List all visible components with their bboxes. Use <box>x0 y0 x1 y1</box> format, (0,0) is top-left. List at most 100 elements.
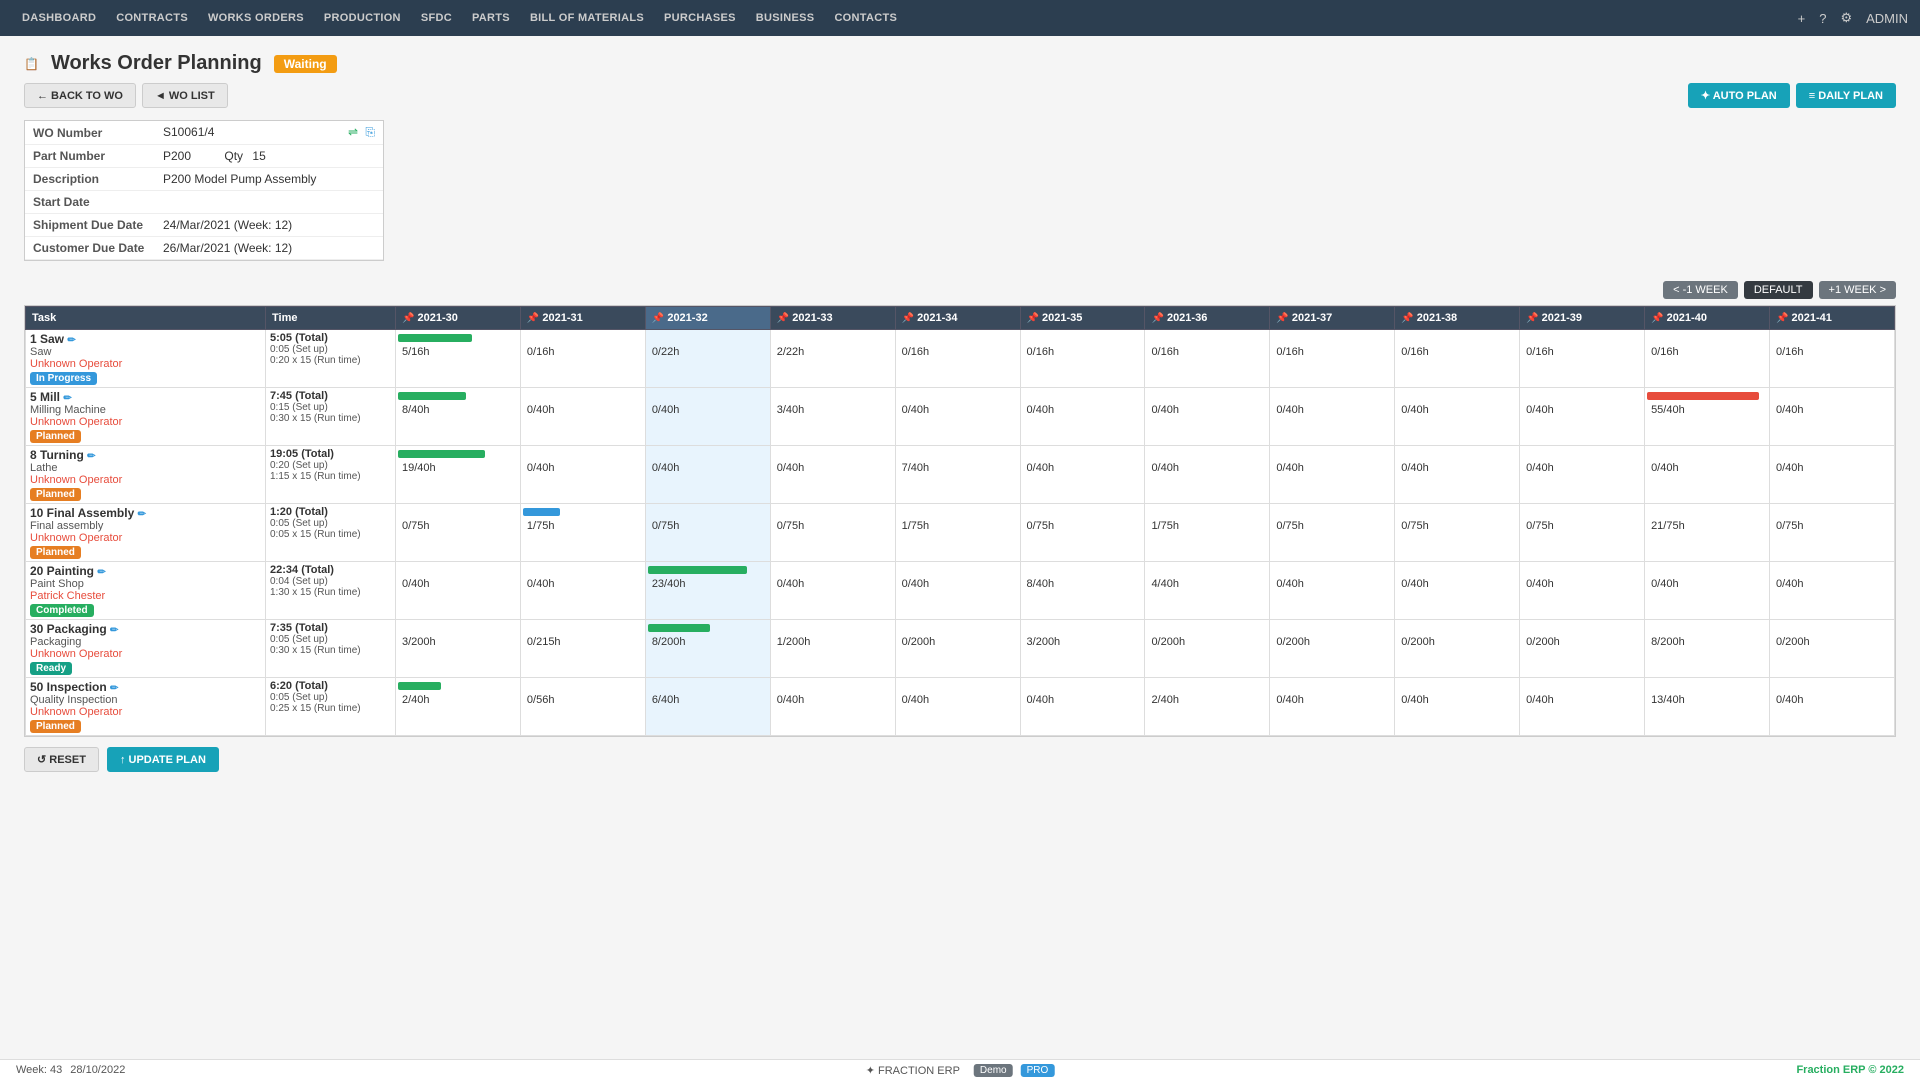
week-cell-w8-t6[interactable]: 0/40h <box>1395 678 1520 736</box>
week-cell-w4-t3[interactable]: 1/75h <box>895 504 1020 562</box>
nav-purchases[interactable]: PURCHASES <box>654 0 746 36</box>
week-cell-w3-t6[interactable]: 0/40h <box>770 678 895 736</box>
week-cell-w1-t1[interactable]: 0/40h <box>520 388 645 446</box>
week-cell-w8-t5[interactable]: 0/200h <box>1395 620 1520 678</box>
pin-icon[interactable]: 📌 <box>1027 313 1039 324</box>
nav-sfdc[interactable]: SFDC <box>411 0 462 36</box>
edit-icon[interactable]: ✏ <box>63 393 71 404</box>
week-cell-w9-t0[interactable]: 0/16h <box>1520 330 1645 388</box>
reset-button[interactable]: ↺ RESET <box>24 747 99 772</box>
week-cell-w2-t3[interactable]: 0/75h <box>645 504 770 562</box>
week-cell-w4-t4[interactable]: 0/40h <box>895 562 1020 620</box>
update-plan-button[interactable]: ↑ UPDATE PLAN <box>107 747 219 772</box>
week-cell-w2-t4[interactable]: 23/40h <box>645 562 770 620</box>
week-cell-w5-t2[interactable]: 0/40h <box>1020 446 1145 504</box>
week-cell-w11-t6[interactable]: 0/40h <box>1769 678 1894 736</box>
week-cell-w1-t6[interactable]: 0/56h <box>520 678 645 736</box>
week-cell-w11-t5[interactable]: 0/200h <box>1769 620 1894 678</box>
week-cell-w9-t5[interactable]: 0/200h <box>1520 620 1645 678</box>
week-cell-w7-t2[interactable]: 0/40h <box>1270 446 1395 504</box>
week-cell-w0-t1[interactable]: 8/40h <box>396 388 521 446</box>
back-to-wo-button[interactable]: ← BACK TO WO <box>24 83 136 108</box>
week-cell-w7-t5[interactable]: 0/200h <box>1270 620 1395 678</box>
copy-icon[interactable]: ⎘ <box>365 125 375 139</box>
pin-icon[interactable]: 📌 <box>1401 313 1413 324</box>
week-cell-w5-t3[interactable]: 0/75h <box>1020 504 1145 562</box>
edit-icon[interactable]: ✏ <box>110 625 118 636</box>
week-cell-w1-t3[interactable]: 1/75h <box>520 504 645 562</box>
pin-icon[interactable]: 📌 <box>402 313 414 324</box>
week-cell-w11-t1[interactable]: 0/40h <box>1769 388 1894 446</box>
week-cell-w5-t4[interactable]: 8/40h <box>1020 562 1145 620</box>
pin-icon[interactable]: 📌 <box>1651 313 1663 324</box>
shuffle-icon[interactable]: ⇌ <box>348 125 358 139</box>
nav-dashboard[interactable]: DASHBOARD <box>12 0 106 36</box>
week-cell-w2-t2[interactable]: 0/40h <box>645 446 770 504</box>
week-cell-w0-t5[interactable]: 3/200h <box>396 620 521 678</box>
week-cell-w5-t5[interactable]: 3/200h <box>1020 620 1145 678</box>
week-cell-w9-t2[interactable]: 0/40h <box>1520 446 1645 504</box>
nav-production[interactable]: PRODUCTION <box>314 0 411 36</box>
week-cell-w10-t0[interactable]: 0/16h <box>1645 330 1770 388</box>
week-cell-w10-t5[interactable]: 8/200h <box>1645 620 1770 678</box>
add-icon[interactable]: + <box>1798 11 1806 26</box>
daily-plan-button[interactable]: ≡ DAILY PLAN <box>1796 83 1896 108</box>
nav-parts[interactable]: PARTS <box>462 0 520 36</box>
week-cell-w0-t2[interactable]: 19/40h <box>396 446 521 504</box>
pin-icon[interactable]: 📌 <box>652 313 664 324</box>
week-cell-w1-t0[interactable]: 0/16h <box>520 330 645 388</box>
edit-icon[interactable]: ✏ <box>97 567 105 578</box>
edit-icon[interactable]: ✏ <box>67 335 75 346</box>
week-cell-w7-t0[interactable]: 0/16h <box>1270 330 1395 388</box>
week-cell-w4-t1[interactable]: 0/40h <box>895 388 1020 446</box>
week-cell-w3-t3[interactable]: 0/75h <box>770 504 895 562</box>
week-cell-w6-t4[interactable]: 4/40h <box>1145 562 1270 620</box>
wo-list-button[interactable]: ◄ WO LIST <box>142 83 228 108</box>
nav-bom[interactable]: BILL OF MATERIALS <box>520 0 654 36</box>
week-cell-w3-t0[interactable]: 2/22h <box>770 330 895 388</box>
week-cell-w10-t6[interactable]: 13/40h <box>1645 678 1770 736</box>
week-cell-w3-t5[interactable]: 1/200h <box>770 620 895 678</box>
week-cell-w11-t0[interactable]: 0/16h <box>1769 330 1894 388</box>
week-cell-w6-t0[interactable]: 0/16h <box>1145 330 1270 388</box>
week-cell-w1-t4[interactable]: 0/40h <box>520 562 645 620</box>
week-cell-w2-t0[interactable]: 0/22h <box>645 330 770 388</box>
week-cell-w5-t6[interactable]: 0/40h <box>1020 678 1145 736</box>
next-week-button[interactable]: +1 WEEK > <box>1819 281 1896 299</box>
week-cell-w8-t1[interactable]: 0/40h <box>1395 388 1520 446</box>
week-cell-w6-t2[interactable]: 0/40h <box>1145 446 1270 504</box>
week-cell-w9-t1[interactable]: 0/40h <box>1520 388 1645 446</box>
edit-icon[interactable]: ✏ <box>138 509 146 520</box>
week-cell-w8-t0[interactable]: 0/16h <box>1395 330 1520 388</box>
start-date-value[interactable] <box>155 191 383 214</box>
nav-business[interactable]: BUSINESS <box>746 0 825 36</box>
week-cell-w4-t6[interactable]: 0/40h <box>895 678 1020 736</box>
week-cell-w4-t5[interactable]: 0/200h <box>895 620 1020 678</box>
nav-works-orders[interactable]: WORKS ORDERS <box>198 0 314 36</box>
week-cell-w7-t4[interactable]: 0/40h <box>1270 562 1395 620</box>
pin-icon[interactable]: 📌 <box>902 313 914 324</box>
pin-icon[interactable]: 📌 <box>1276 313 1288 324</box>
nav-contracts[interactable]: CONTRACTS <box>106 0 198 36</box>
week-cell-w9-t6[interactable]: 0/40h <box>1520 678 1645 736</box>
week-cell-w2-t1[interactable]: 0/40h <box>645 388 770 446</box>
week-cell-w5-t0[interactable]: 0/16h <box>1020 330 1145 388</box>
week-cell-w7-t1[interactable]: 0/40h <box>1270 388 1395 446</box>
nav-contacts[interactable]: CONTACTS <box>824 0 907 36</box>
pin-icon[interactable]: 📌 <box>1526 313 1538 324</box>
week-cell-w5-t1[interactable]: 0/40h <box>1020 388 1145 446</box>
week-cell-w3-t1[interactable]: 3/40h <box>770 388 895 446</box>
week-cell-w9-t3[interactable]: 0/75h <box>1520 504 1645 562</box>
week-cell-w10-t1[interactable]: 55/40h <box>1645 388 1770 446</box>
settings-icon[interactable]: ⚙ <box>1840 10 1852 26</box>
week-cell-w0-t3[interactable]: 0/75h <box>396 504 521 562</box>
pin-icon[interactable]: 📌 <box>1151 313 1163 324</box>
week-cell-w1-t2[interactable]: 0/40h <box>520 446 645 504</box>
week-cell-w0-t0[interactable]: 5/16h <box>396 330 521 388</box>
week-cell-w0-t4[interactable]: 0/40h <box>396 562 521 620</box>
week-cell-w10-t3[interactable]: 21/75h <box>1645 504 1770 562</box>
admin-user[interactable]: ADMIN <box>1866 11 1908 26</box>
week-cell-w3-t4[interactable]: 0/40h <box>770 562 895 620</box>
week-cell-w8-t3[interactable]: 0/75h <box>1395 504 1520 562</box>
pin-icon[interactable]: 📌 <box>1776 313 1788 324</box>
